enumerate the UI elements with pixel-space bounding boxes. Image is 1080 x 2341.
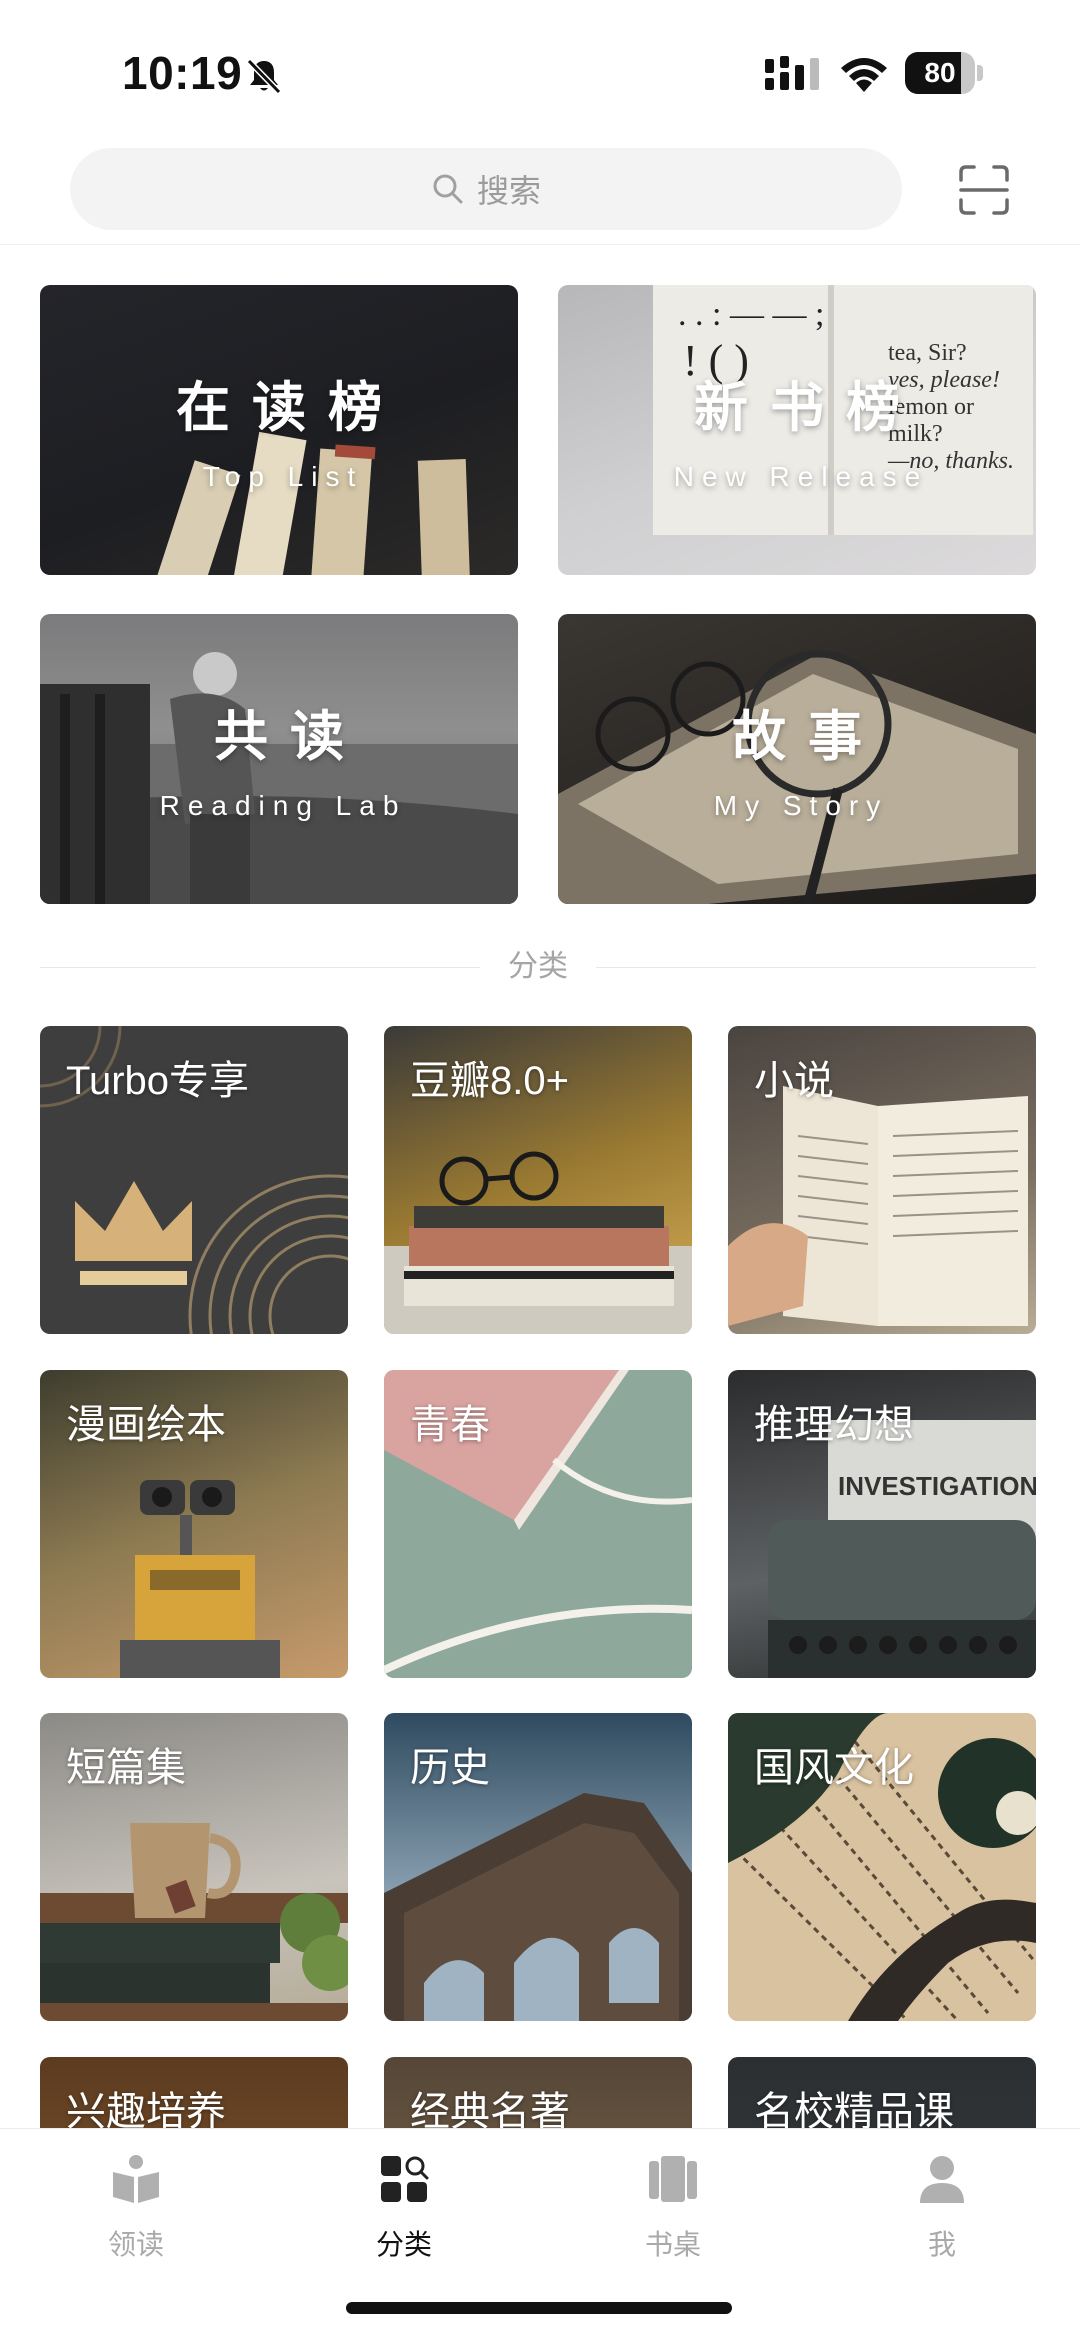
svg-text:. . : — — ;: . . : — — ; bbox=[678, 296, 824, 333]
feature-title: 共读 bbox=[214, 707, 366, 767]
header-divider bbox=[0, 244, 1080, 245]
search-bar[interactable]: 搜索 bbox=[70, 148, 902, 230]
category-novel[interactable]: 小说 bbox=[728, 1026, 1036, 1334]
category-douban[interactable]: 豆瓣8.0+ bbox=[384, 1026, 692, 1334]
category-comics[interactable]: 漫画绘本 bbox=[40, 1370, 348, 1678]
tab-label: 我 bbox=[927, 2229, 956, 2260]
feature-title: 新书榜 bbox=[694, 378, 922, 438]
category-label: 推理幻想 bbox=[754, 1403, 914, 1447]
feature-reading-lab[interactable]: 共读 Reading Lab bbox=[40, 614, 518, 904]
feature-subtitle: New Release bbox=[673, 461, 929, 492]
category-chinese-culture[interactable]: 国风文化 bbox=[728, 1713, 1036, 2021]
tab-categories[interactable]: 分类 bbox=[304, 2141, 504, 2271]
category-label: 短篇集 bbox=[66, 1746, 186, 1790]
feature-subtitle: Top List bbox=[202, 461, 364, 492]
category-label: 青春 bbox=[410, 1403, 490, 1447]
tab-me[interactable]: 我 bbox=[842, 2141, 1042, 2271]
cellular-signal-icon bbox=[765, 56, 819, 90]
category-label: 历史 bbox=[410, 1746, 490, 1790]
battery-indicator: 80 bbox=[905, 52, 983, 94]
feature-subtitle: My Story bbox=[713, 790, 889, 821]
category-turbo[interactable]: Turbo专享 bbox=[40, 1026, 348, 1334]
tab-bookshelf[interactable]: 书桌 bbox=[573, 2141, 773, 2271]
feature-title: 故事 bbox=[732, 707, 884, 767]
category-label: 豆瓣8.0+ bbox=[410, 1059, 569, 1103]
feature-my-story[interactable]: 故事 My Story bbox=[558, 614, 1036, 904]
category-label: 漫画绘本 bbox=[66, 1403, 226, 1447]
bookshelf-icon bbox=[649, 2156, 697, 2202]
feature-top-list[interactable]: 在读榜 Top List bbox=[40, 285, 518, 575]
tab-reading[interactable]: 领读 bbox=[36, 2141, 236, 2271]
feature-new-release[interactable]: . . : — — ; ! ( ) tea, Sir? yes, please!… bbox=[558, 285, 1036, 575]
category-section-header: 分类 bbox=[40, 945, 1036, 989]
feature-subtitle: Reading Lab bbox=[159, 790, 407, 821]
tab-label: 分类 bbox=[375, 2229, 432, 2260]
home-indicator bbox=[346, 2302, 732, 2314]
category-history[interactable]: 历史 bbox=[384, 1713, 692, 2021]
category-grid-icon bbox=[381, 2156, 429, 2202]
category-label: 小说 bbox=[754, 1059, 834, 1103]
status-bar: 10:19 80 bbox=[0, 0, 1080, 140]
category-youth[interactable]: 青春 bbox=[384, 1370, 692, 1678]
tab-label: 书桌 bbox=[644, 2229, 701, 2260]
tab-label: 领读 bbox=[107, 2229, 164, 2260]
search-placeholder: 搜索 bbox=[476, 173, 541, 209]
status-time: 10:19 bbox=[122, 47, 243, 99]
wifi-icon bbox=[841, 58, 887, 92]
category-label: 国风文化 bbox=[754, 1746, 914, 1790]
search-icon bbox=[433, 174, 463, 204]
bell-muted-icon bbox=[246, 58, 282, 95]
feature-title: 在读榜 bbox=[176, 378, 404, 438]
book-open-icon bbox=[113, 2155, 159, 2203]
person-icon bbox=[920, 2156, 964, 2203]
svg-text:INVESTIGATION: INVESTIGATION bbox=[838, 1471, 1036, 1501]
category-label: Turbo专享 bbox=[66, 1059, 250, 1103]
category-mystery[interactable]: INVESTIGATION 推理幻想 bbox=[728, 1370, 1036, 1678]
category-short-stories[interactable]: 短篇集 bbox=[40, 1713, 348, 2021]
battery-level: 80 bbox=[924, 57, 956, 88]
scan-icon[interactable] bbox=[958, 164, 1010, 216]
